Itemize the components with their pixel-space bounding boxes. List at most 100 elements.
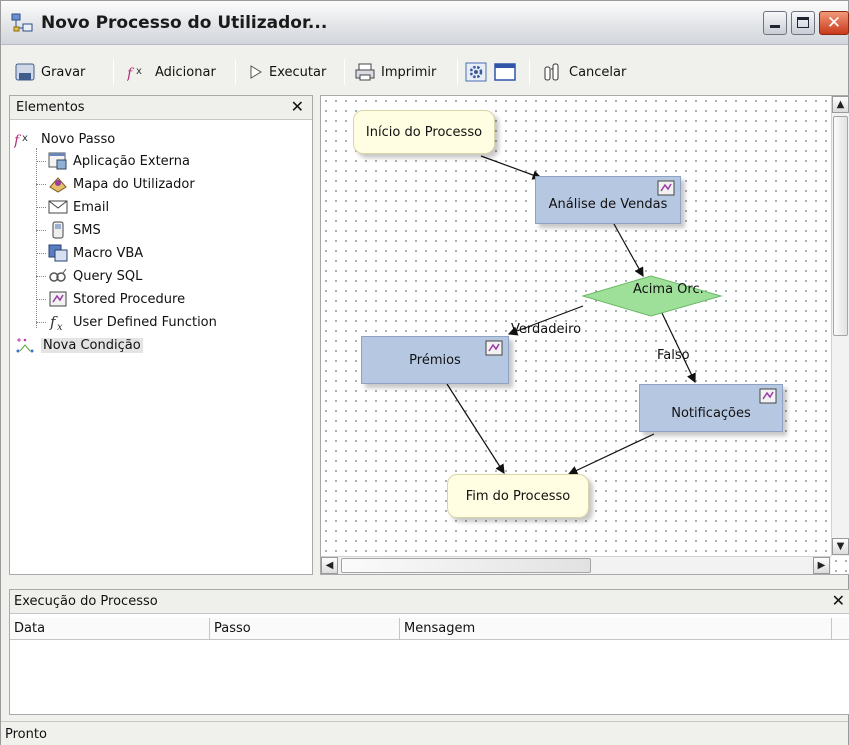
execution-panel-close-button[interactable]: ✕	[832, 591, 845, 610]
gear-icon	[465, 62, 487, 82]
scroll-left-button[interactable]: ◀	[321, 557, 338, 574]
vertical-scroll-thumb[interactable]	[833, 116, 848, 336]
tree-item-query-sql[interactable]: Query SQL	[48, 265, 142, 287]
tree-item-label: Query SQL	[73, 268, 143, 284]
tree-item-novo-passo[interactable]: fx Novo Passo	[14, 128, 115, 150]
stored-procedure-icon	[657, 180, 675, 196]
print-button[interactable]: Imprimir	[355, 61, 436, 83]
svg-text:x: x	[22, 133, 28, 144]
node-notifications[interactable]: Notificações	[639, 384, 783, 432]
cancel-button[interactable]: Cancelar	[543, 61, 626, 83]
process-app-icon	[11, 13, 33, 32]
macro-vba-icon	[48, 244, 68, 262]
toolbar-separator	[235, 59, 236, 85]
edge-prizes-to-end	[446, 383, 505, 475]
node-label: Prémios	[409, 352, 461, 368]
tree-connector	[36, 184, 46, 185]
execution-panel: Execução do Processo ✕ Data Passo Mensag…	[9, 589, 849, 715]
tree-item-aplicacao-externa[interactable]: Aplicação Externa	[48, 150, 190, 172]
save-button[interactable]: Gravar	[15, 61, 85, 83]
tree-item-nova-condicao[interactable]: Nova Condição	[14, 334, 143, 356]
settings-button[interactable]	[465, 61, 493, 83]
maximize-button[interactable]	[791, 11, 815, 35]
horizontal-scroll-thumb[interactable]	[341, 558, 591, 573]
printer-icon	[355, 63, 375, 81]
edge-start-to-sales	[480, 155, 543, 180]
column-header-data[interactable]: Data	[10, 618, 210, 640]
toolbar-separator	[457, 59, 458, 85]
run-button[interactable]: Executar	[249, 61, 326, 83]
svg-text:f: f	[127, 66, 135, 81]
node-label: Início do Processo	[365, 124, 483, 140]
tree-item-user-defined-function[interactable]: fx User Defined Function	[48, 311, 217, 333]
scroll-right-button[interactable]: ▶	[813, 557, 830, 574]
elements-panel-close-button[interactable]: ✕	[291, 97, 304, 116]
tree-connector	[36, 276, 46, 277]
canvas-vertical-scrollbar[interactable]: ▲ ▼	[831, 96, 849, 556]
cancel-label: Cancelar	[569, 64, 627, 80]
sms-phone-icon	[52, 221, 64, 239]
edge-notifications-to-end	[567, 433, 655, 475]
stored-procedure-icon	[759, 388, 777, 404]
canvas-horizontal-scrollbar[interactable]: ◀ ▶	[321, 556, 831, 574]
add-function-icon: fx	[127, 66, 142, 81]
toolbar-separator	[344, 59, 345, 85]
status-bar: Pronto	[1, 721, 848, 745]
window-view-button[interactable]	[494, 61, 522, 83]
tree-connector	[36, 322, 46, 323]
scroll-down-button[interactable]: ▼	[832, 538, 849, 555]
tree-item-stored-procedure[interactable]: Stored Procedure	[48, 288, 185, 310]
tree-item-macro-vba[interactable]: Macro VBA	[48, 242, 143, 264]
node-end[interactable]: Fim do Processo	[447, 474, 589, 518]
tree-connector	[36, 207, 46, 208]
tree-item-label: Nova Condição	[41, 337, 143, 353]
title-bar[interactable]: Novo Processo do Utilizador... ✕	[1, 1, 849, 45]
execution-table-header: Data Passo Mensagem	[10, 618, 849, 640]
email-icon	[48, 200, 68, 214]
run-label: Executar	[269, 64, 327, 80]
node-sales-analysis[interactable]: Análise de Vendas	[535, 176, 681, 224]
elements-panel-title: Elementos	[16, 100, 85, 115]
process-canvas[interactable]: Início do Processo Análise de Vendas Aci…	[320, 95, 849, 575]
edge-sales-to-decision	[613, 223, 644, 278]
elements-panel: Elementos ✕ fx Novo Passo Aplicação Exte…	[9, 95, 313, 575]
tree-item-label: Novo Passo	[41, 131, 116, 147]
node-label: Análise de Vendas	[548, 196, 668, 212]
user-map-icon	[49, 177, 67, 193]
scroll-up-button[interactable]: ▲	[832, 96, 849, 113]
tree-item-email[interactable]: Email	[48, 196, 109, 218]
edge-decision-to-notifications	[660, 310, 696, 384]
node-start[interactable]: Início do Processo	[353, 110, 495, 154]
maximize-icon	[797, 17, 809, 28]
node-prizes[interactable]: Prémios	[361, 336, 509, 384]
save-label: Gravar	[41, 64, 86, 80]
tree-connector	[36, 230, 46, 231]
close-window-button[interactable]: ✕	[819, 11, 849, 35]
stored-procedure-icon	[485, 340, 503, 356]
column-header-message[interactable]: Mensagem	[400, 618, 832, 640]
edge-label-true: Verdadeiro	[511, 322, 582, 337]
window-title: Novo Processo do Utilizador...	[41, 13, 328, 33]
tree-item-label: Mapa do Utilizador	[73, 176, 195, 192]
external-app-icon	[48, 152, 67, 170]
tree-connector	[36, 161, 46, 162]
minimize-button[interactable]	[763, 11, 787, 35]
execution-panel-header: Execução do Processo ✕	[10, 590, 849, 614]
node-label: Fim do Processo	[465, 488, 571, 504]
cancel-icon	[544, 63, 559, 81]
tree-connector	[36, 148, 37, 328]
save-icon	[15, 63, 35, 81]
node-label: Notificações	[671, 405, 751, 421]
execution-panel-title: Execução do Processo	[14, 594, 158, 609]
stored-procedure-icon	[49, 291, 67, 307]
svg-text:f: f	[14, 133, 22, 148]
tree-item-label: Email	[73, 199, 110, 215]
process-window: Novo Processo do Utilizador... ✕ Gravar …	[0, 0, 849, 745]
tree-item-mapa-do-utilizador[interactable]: Mapa do Utilizador	[48, 173, 195, 195]
add-button[interactable]: fx Adicionar	[127, 61, 216, 83]
tree-item-label: Aplicação Externa	[73, 153, 191, 169]
sql-query-icon	[49, 268, 67, 282]
column-header-step[interactable]: Passo	[210, 618, 400, 640]
tree-item-sms[interactable]: SMS	[48, 219, 101, 241]
fx-function-icon: fx	[49, 313, 63, 331]
